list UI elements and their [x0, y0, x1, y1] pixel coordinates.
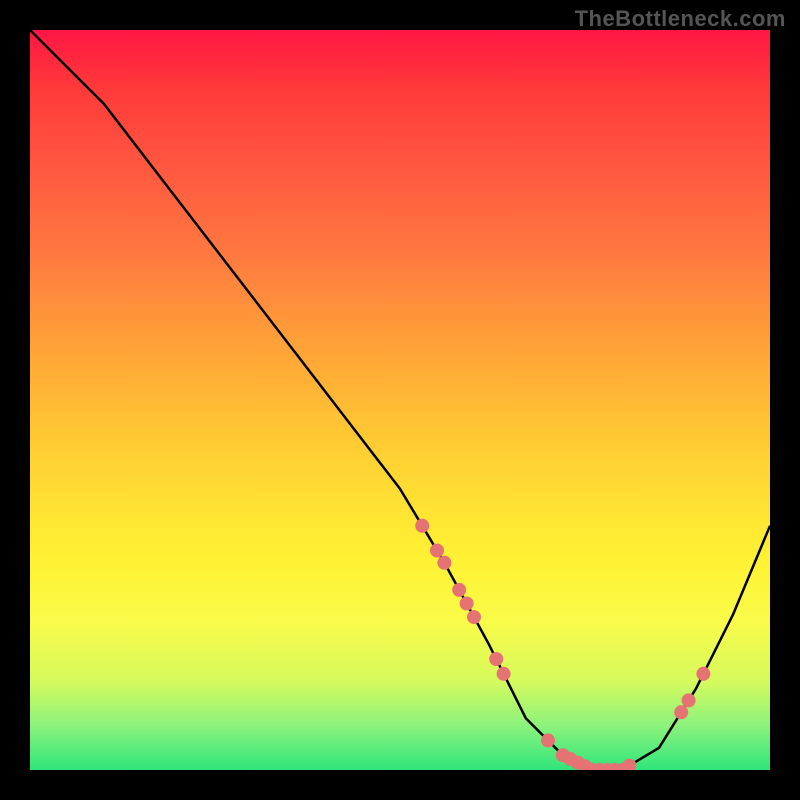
- curve-marker: [622, 759, 636, 770]
- curve-marker: [696, 667, 710, 681]
- plot-area: [30, 30, 770, 770]
- curve-marker: [467, 610, 481, 624]
- curve-marker: [682, 693, 696, 707]
- curve-markers: [415, 519, 710, 770]
- curve-marker: [460, 597, 474, 611]
- curve-marker: [674, 705, 688, 719]
- curve-marker: [415, 519, 429, 533]
- curve-line: [30, 30, 770, 770]
- curve-marker: [430, 544, 444, 558]
- curve-marker: [452, 583, 466, 597]
- watermark-label: TheBottleneck.com: [575, 6, 786, 32]
- chart-frame: TheBottleneck.com: [0, 0, 800, 800]
- curve-marker: [497, 667, 511, 681]
- curve-marker: [489, 652, 503, 666]
- bottleneck-curve: [30, 30, 770, 770]
- curve-marker: [437, 556, 451, 570]
- curve-marker: [541, 733, 555, 747]
